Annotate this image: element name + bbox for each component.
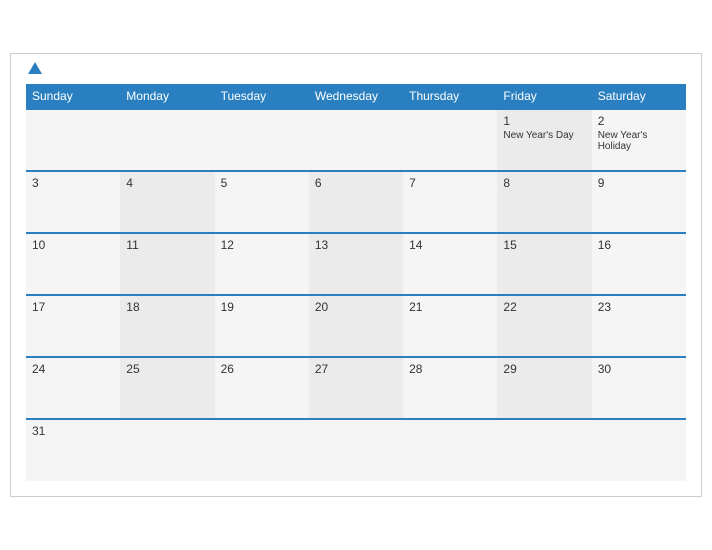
day-number: 22 xyxy=(503,300,585,314)
day-number: 25 xyxy=(126,362,208,376)
calendar-table: SundayMondayTuesdayWednesdayThursdayFrid… xyxy=(26,84,686,481)
calendar-day-cell: 6 xyxy=(309,171,403,233)
calendar-day-cell: 23 xyxy=(592,295,686,357)
day-number: 12 xyxy=(221,238,303,252)
day-number: 14 xyxy=(409,238,491,252)
calendar-day-cell: 10 xyxy=(26,233,120,295)
day-number: 9 xyxy=(598,176,680,190)
calendar-day-cell xyxy=(403,419,497,481)
logo-text xyxy=(26,64,42,74)
calendar-day-cell: 22 xyxy=(497,295,591,357)
calendar-day-cell: 2 New Year's Holiday xyxy=(592,109,686,171)
day-number: 1 xyxy=(503,114,585,128)
calendar-day-cell xyxy=(592,419,686,481)
day-number: 31 xyxy=(32,424,114,438)
day-number: 2 xyxy=(598,114,680,128)
holiday-label: New Year's Holiday xyxy=(598,130,680,152)
calendar-day-cell: 20 xyxy=(309,295,403,357)
calendar-day-cell xyxy=(120,109,214,171)
calendar-day-cell: 16 xyxy=(592,233,686,295)
calendar-day-cell: 5 xyxy=(215,171,309,233)
weekday-header-friday: Friday xyxy=(497,84,591,109)
weekday-header-tuesday: Tuesday xyxy=(215,84,309,109)
calendar-day-cell: 14 xyxy=(403,233,497,295)
day-number: 10 xyxy=(32,238,114,252)
calendar-day-cell: 12 xyxy=(215,233,309,295)
holiday-label: New Year's Day xyxy=(503,130,585,141)
day-number: 16 xyxy=(598,238,680,252)
day-number: 26 xyxy=(221,362,303,376)
calendar-day-cell: 17 xyxy=(26,295,120,357)
calendar-container: SundayMondayTuesdayWednesdayThursdayFrid… xyxy=(10,53,702,497)
day-number: 13 xyxy=(315,238,397,252)
calendar-header xyxy=(26,64,686,74)
day-number: 28 xyxy=(409,362,491,376)
calendar-day-cell: 1 New Year's Day xyxy=(497,109,591,171)
logo xyxy=(26,64,42,74)
calendar-day-cell xyxy=(215,419,309,481)
calendar-day-cell: 3 xyxy=(26,171,120,233)
calendar-day-cell: 26 xyxy=(215,357,309,419)
calendar-week-row: 17 18 19 20 21 22 23 xyxy=(26,295,686,357)
day-number: 8 xyxy=(503,176,585,190)
calendar-day-cell: 4 xyxy=(120,171,214,233)
calendar-day-cell xyxy=(120,419,214,481)
calendar-day-cell: 11 xyxy=(120,233,214,295)
day-number: 20 xyxy=(315,300,397,314)
day-number: 3 xyxy=(32,176,114,190)
calendar-week-row: 1 New Year's Day 2 New Year's Holiday xyxy=(26,109,686,171)
calendar-day-cell: 31 xyxy=(26,419,120,481)
calendar-day-cell: 7 xyxy=(403,171,497,233)
calendar-day-cell xyxy=(497,419,591,481)
day-number: 11 xyxy=(126,238,208,252)
calendar-day-cell: 27 xyxy=(309,357,403,419)
calendar-day-cell xyxy=(309,109,403,171)
calendar-week-row: 10 11 12 13 14 15 16 xyxy=(26,233,686,295)
day-number: 23 xyxy=(598,300,680,314)
day-number: 27 xyxy=(315,362,397,376)
calendar-week-row: 3456789 xyxy=(26,171,686,233)
calendar-day-cell xyxy=(309,419,403,481)
calendar-day-cell: 28 xyxy=(403,357,497,419)
day-number: 30 xyxy=(598,362,680,376)
calendar-day-cell xyxy=(26,109,120,171)
day-number: 6 xyxy=(315,176,397,190)
calendar-day-cell: 21 xyxy=(403,295,497,357)
day-number: 24 xyxy=(32,362,114,376)
day-number: 17 xyxy=(32,300,114,314)
day-number: 5 xyxy=(221,176,303,190)
calendar-day-cell: 24 xyxy=(26,357,120,419)
weekday-header-saturday: Saturday xyxy=(592,84,686,109)
calendar-day-cell: 19 xyxy=(215,295,309,357)
day-number: 21 xyxy=(409,300,491,314)
day-number: 18 xyxy=(126,300,208,314)
calendar-day-cell xyxy=(403,109,497,171)
day-number: 7 xyxy=(409,176,491,190)
calendar-day-cell: 15 xyxy=(497,233,591,295)
calendar-day-cell: 8 xyxy=(497,171,591,233)
calendar-day-cell: 13 xyxy=(309,233,403,295)
weekday-header-sunday: Sunday xyxy=(26,84,120,109)
calendar-day-cell: 30 xyxy=(592,357,686,419)
day-number: 29 xyxy=(503,362,585,376)
weekday-header-wednesday: Wednesday xyxy=(309,84,403,109)
day-number: 19 xyxy=(221,300,303,314)
calendar-day-cell: 9 xyxy=(592,171,686,233)
calendar-day-cell xyxy=(215,109,309,171)
calendar-day-cell: 25 xyxy=(120,357,214,419)
weekday-header-row: SundayMondayTuesdayWednesdayThursdayFrid… xyxy=(26,84,686,109)
day-number: 4 xyxy=(126,176,208,190)
calendar-day-cell: 29 xyxy=(497,357,591,419)
calendar-week-row: 24 25 26 27 28 29 30 xyxy=(26,357,686,419)
calendar-week-row: 31 xyxy=(26,419,686,481)
logo-triangle-icon xyxy=(28,62,42,74)
day-number: 15 xyxy=(503,238,585,252)
weekday-header-monday: Monday xyxy=(120,84,214,109)
calendar-day-cell: 18 xyxy=(120,295,214,357)
weekday-header-thursday: Thursday xyxy=(403,84,497,109)
